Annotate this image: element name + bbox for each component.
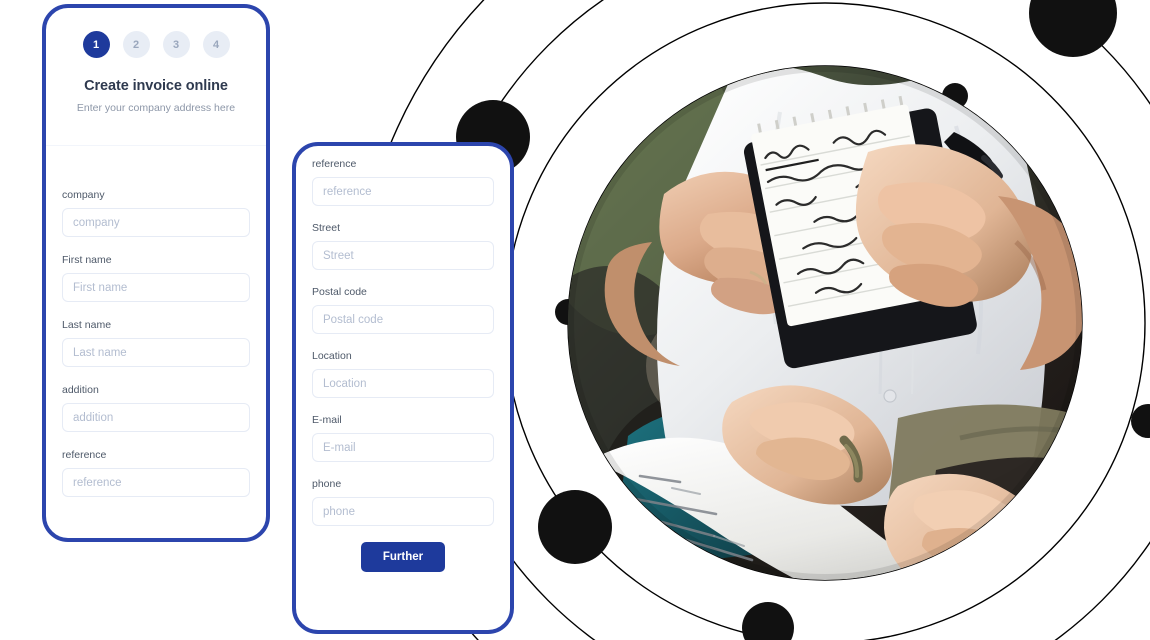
label-reference: reference [312,158,357,170]
step-1[interactable]: 1 [82,31,110,58]
field-postal-code: Postal code [312,286,494,334]
input-last-name[interactable] [62,338,250,367]
input-company[interactable] [62,208,250,237]
input-phone[interactable] [312,497,494,526]
label-email: E-mail [312,414,342,426]
label-first-name: First name [62,254,112,266]
address-details-form: reference Street Postal code Location E-mail… [296,146,510,526]
page-root: 1234 Create invoice online Enter your co… [0,0,1150,640]
field-email: E-mail [312,414,494,462]
field-location: Location [312,350,494,398]
further-button[interactable]: Further [360,542,446,572]
hero-photo-illustration [568,66,1082,580]
input-street[interactable] [312,241,494,270]
dot-2 [1029,0,1117,57]
step-2[interactable]: 2 [122,31,150,58]
input-first-name[interactable] [62,273,250,302]
label-location: Location [312,350,352,362]
label-addition: addition [62,384,99,396]
label-reference: reference [62,449,107,461]
label-street: Street [312,222,341,234]
company-address-form: company First name Last name addition refere… [46,146,266,497]
label-last-name: Last name [62,319,112,331]
step-4[interactable]: 4 [202,31,230,58]
field-company: company [62,189,250,237]
field-first-name: First name [62,254,250,302]
submit-row: Further [296,542,510,572]
step-indicator: 1234 [46,31,266,58]
input-reference[interactable] [62,468,250,497]
input-postal-code[interactable] [312,305,494,334]
page-subtitle: Enter your company address here [76,102,236,114]
field-last-name: Last name [62,319,250,367]
field-reference: reference [312,158,494,206]
label-postal-code: Postal code [312,286,367,298]
dot-7 [1131,404,1150,438]
step-3[interactable]: 3 [162,31,190,58]
invoice-step-card-two: reference Street Postal code Location E-mail… [292,142,514,634]
input-email[interactable] [312,433,494,462]
field-addition: addition [62,384,250,432]
input-location[interactable] [312,369,494,398]
page-title: Create invoice online [84,78,228,94]
field-phone: phone [312,478,494,526]
label-phone: phone [312,478,342,490]
label-company: company [62,189,105,201]
input-addition[interactable] [62,403,250,432]
field-street: Street [312,222,494,270]
hero-photo [568,66,1082,580]
card-header: Create invoice online Enter your company… [46,78,266,114]
dot-5 [538,490,612,564]
invoice-step-card-one: 1234 Create invoice online Enter your co… [42,4,270,542]
input-reference[interactable] [312,177,494,206]
field-reference: reference [62,449,250,497]
dot-6 [742,602,794,640]
